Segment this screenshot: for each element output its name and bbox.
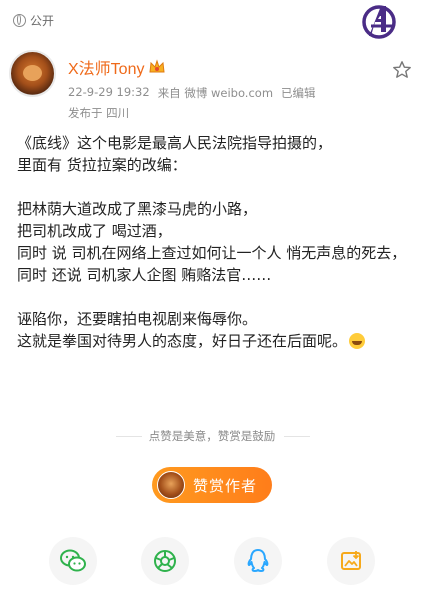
post-edited-label[interactable]: 已编辑 (281, 85, 316, 101)
encourage-text: 点赞是美意，赞赏是鼓励 (148, 429, 276, 443)
visibility-indicator[interactable]: 公开 (13, 12, 54, 29)
crown-icon (149, 59, 166, 73)
post-location: 发布于 四川 (68, 106, 130, 120)
qq-icon (247, 549, 269, 572)
avengers-logo (362, 5, 396, 39)
post-datetime: 22-9-29 19:32 (68, 85, 150, 99)
post-line: 同时 说 司机在网络上查过如何让一个人 悄无声息的死去， (17, 244, 407, 262)
save-image-icon (341, 551, 361, 570)
post-meta: 22-9-29 19:32 来自 微博 weibo.com 已编辑 (68, 85, 316, 101)
post-line: 同时 还说 司机家人企图 贿赂法官…… (17, 266, 272, 284)
share-moments-button[interactable] (141, 537, 189, 585)
avatar-face (23, 65, 42, 81)
tip-avatar (157, 471, 185, 499)
top-bar: 公开 (0, 0, 424, 40)
post-source: 来自 微博 weibo.com (157, 86, 274, 100)
favorite-star-icon[interactable] (392, 60, 412, 80)
post-line-last: 这就是拳国对待男人的态度，好日子还在后面呢。 (17, 330, 412, 352)
post-line: 把司机改成了 喝过酒， (17, 222, 172, 240)
laugh-emoji-icon (349, 333, 366, 349)
globe-icon (13, 14, 26, 27)
visibility-label: 公开 (30, 14, 55, 28)
post-line: 里面有 货拉拉案的改编： (17, 156, 187, 174)
tip-author-label: 赞赏作者 (193, 476, 258, 495)
post-line: 诬陷你，还要瞎拍电视剧来侮辱你。 (17, 310, 258, 328)
share-qq-button[interactable] (234, 537, 282, 585)
save-image-button[interactable] (327, 537, 375, 585)
wechat-icon (60, 549, 86, 572)
post-line: 这就是拳国对待男人的态度，好日子还在后面呢。 (17, 332, 348, 350)
avatar[interactable] (9, 50, 56, 97)
post-line: 《底线》这个电影是最高人民法院指导拍摄的， (17, 134, 333, 152)
post-line: 把林荫大道改成了黑漆马虎的小路， (17, 200, 258, 218)
moments-icon (154, 550, 176, 572)
share-wechat-button[interactable] (49, 537, 97, 585)
author-name-row[interactable]: X法师Tony (68, 55, 166, 79)
tip-author-button[interactable]: 赞赏作者 (152, 467, 272, 503)
post-location-row: 发布于 四川 (68, 105, 129, 121)
post-body: 《底线》这个电影是最高人民法院指导拍摄的， 里面有 货拉拉案的改编： 把林荫大道… (17, 132, 412, 352)
author-name[interactable]: X法师Tony (68, 55, 144, 79)
divider (284, 436, 310, 437)
